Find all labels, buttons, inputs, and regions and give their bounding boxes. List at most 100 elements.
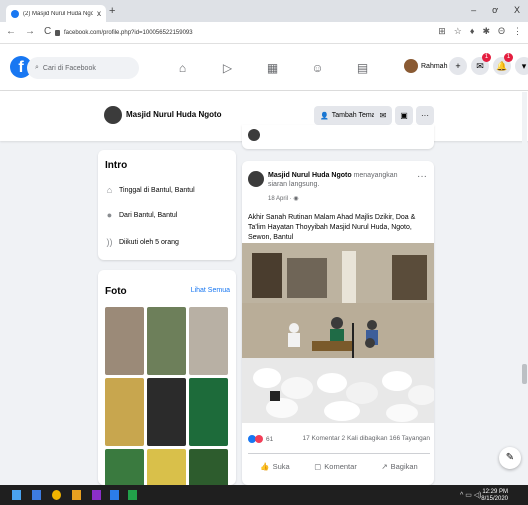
photo-thumbnail[interactable] xyxy=(189,307,228,375)
browser-tab[interactable]: (2) Masjid Nurul Huda Ngoto | Fa... x xyxy=(6,5,106,22)
page-scrollbar[interactable] xyxy=(522,92,527,484)
groups-icon[interactable]: ☺ xyxy=(295,56,340,80)
chrome-icon[interactable] xyxy=(52,490,61,500)
more-button[interactable]: ··· xyxy=(416,106,434,125)
scrollbar-thumb[interactable] xyxy=(522,364,527,384)
add-friend-icon: 👤 xyxy=(320,112,329,120)
search-input[interactable]: ⌕ Cari di Facebook xyxy=(27,57,139,79)
post-author-avatar[interactable] xyxy=(248,171,264,187)
task-view-icon[interactable] xyxy=(32,490,41,500)
post-date-text: 18 April xyxy=(268,196,289,202)
reactions[interactable]: 61 xyxy=(248,435,273,443)
extensions-icon[interactable]: ⊞ xyxy=(438,26,446,37)
follow-icon: ▣ xyxy=(400,111,408,120)
rss-icon: )) xyxy=(106,237,113,247)
photo-thumbnail[interactable] xyxy=(147,449,186,485)
puzzle-icon[interactable]: ✱ xyxy=(482,26,490,37)
share-button[interactable]: ↗ Bagikan xyxy=(381,462,417,471)
facebook-header: f ⌕ Cari di Facebook ⌂ ▷ ▦ ☺ ▤ Rahmah + … xyxy=(0,44,528,91)
intro-item: )) Diikuti oleh 5 orang xyxy=(105,237,179,247)
facebook-favicon-icon xyxy=(11,9,19,18)
love-reaction-icon xyxy=(255,435,263,443)
intro-item: ● Dari Bantul, Bantul xyxy=(105,210,178,220)
maximize-button[interactable]: ơ xyxy=(492,5,498,15)
home-icon[interactable]: ⌂ xyxy=(160,56,205,80)
notifications-button[interactable]: 🔔 1 xyxy=(493,53,513,75)
page-avatar[interactable] xyxy=(104,106,122,124)
windows-taskbar: ^ ▭ ◁) 12:29 PM 8/15/2020 xyxy=(0,485,528,505)
photo-thumbnail[interactable] xyxy=(105,307,144,375)
tab-close-icon[interactable]: x xyxy=(97,9,101,18)
gaming-icon[interactable]: ▤ xyxy=(340,56,385,80)
like-button[interactable]: 👍 Suka xyxy=(260,462,289,471)
create-button[interactable]: + xyxy=(449,57,467,75)
intro-item: ⌂ Tinggal di Bantul, Bantul xyxy=(105,185,195,195)
photo-thumbnail[interactable] xyxy=(147,307,186,375)
windows-start-icon[interactable] xyxy=(12,490,21,500)
clock-time: 12:29 PM xyxy=(482,489,508,495)
reload-icon[interactable]: C xyxy=(44,26,51,37)
lock-icon xyxy=(55,30,60,36)
menu-icon[interactable]: ⋮ xyxy=(513,26,522,37)
new-message-button[interactable]: ✎ xyxy=(499,447,521,469)
comments-count[interactable]: 17 Komentar xyxy=(303,435,340,442)
follow-button[interactable]: ▣ xyxy=(395,106,413,125)
intro-item-text: Tinggal di Bantul, Bantul xyxy=(119,186,195,194)
photo-thumbnail[interactable] xyxy=(105,378,144,446)
minimize-button[interactable]: – xyxy=(471,5,476,15)
photo-thumbnail[interactable] xyxy=(147,378,186,446)
tab-title: (2) Masjid Nurul Huda Ngoto | Fa... xyxy=(23,10,93,17)
bookmark-star-icon[interactable]: ☆ xyxy=(454,26,462,37)
app-icon[interactable] xyxy=(92,490,101,500)
comment-icon: ▢ xyxy=(314,462,322,471)
home-icon: ⌂ xyxy=(106,185,113,195)
shares-count[interactable]: 2 Kali dibagikan xyxy=(342,435,388,442)
post-photo[interactable] xyxy=(242,243,434,423)
chevron-down-icon: ▾ xyxy=(521,61,527,71)
profile-icon[interactable]: Θ xyxy=(498,26,505,37)
account-button[interactable]: ▾ xyxy=(515,57,528,75)
share-icon: ↗ xyxy=(381,462,388,471)
post-header: Masjid Nurul Huda Ngoto menayangkan siar… xyxy=(268,171,416,189)
post-actions: 👍 Suka ▢ Komentar ↗ Bagikan xyxy=(248,453,430,471)
post-card: Masjid Nurul Huda Ngoto menayangkan siar… xyxy=(242,161,434,485)
bell-icon: 🔔 xyxy=(496,61,508,71)
mosque-gathering-image xyxy=(242,243,434,423)
photo-thumbnail[interactable] xyxy=(189,449,228,485)
forward-icon[interactable]: → xyxy=(25,26,35,37)
plus-icon: + xyxy=(455,61,461,71)
messenger-button[interactable]: ✉ 1 xyxy=(471,53,491,75)
window-controls: – ơ X xyxy=(471,5,520,15)
intro-card: Intro ⌂ Tinggal di Bantul, Bantul ● Dari… xyxy=(98,150,236,260)
app-icon[interactable] xyxy=(110,490,119,500)
watch-icon[interactable]: ▷ xyxy=(205,56,250,80)
clock[interactable]: 12:29 PM 8/15/2020 xyxy=(481,489,508,502)
post-more-icon[interactable]: ··· xyxy=(417,171,427,182)
address-bar-row: ← → C facebook.com/profile.php?id=100056… xyxy=(0,22,528,44)
extension-icon[interactable]: ♦ xyxy=(470,26,475,37)
search-placeholder: Cari di Facebook xyxy=(42,64,96,72)
previous-post-strip xyxy=(242,125,434,149)
photo-thumbnail[interactable] xyxy=(189,378,228,446)
marketplace-icon[interactable]: ▦ xyxy=(250,56,295,80)
photos-card: Foto Lihat Semua xyxy=(98,270,236,485)
app-icon[interactable] xyxy=(128,490,137,500)
post-date[interactable]: 18 April · ◉ xyxy=(268,195,299,202)
comment-button[interactable]: ▢ Komentar xyxy=(314,462,357,471)
intro-item-text: Dari Bantul, Bantul xyxy=(119,211,178,219)
url-field[interactable]: facebook.com/profile.php?id=100056522159… xyxy=(55,26,425,40)
photo-thumbnail[interactable] xyxy=(105,449,144,485)
avatar xyxy=(404,59,418,73)
message-button[interactable]: ✉ xyxy=(374,106,392,125)
close-window-button[interactable]: X xyxy=(514,5,520,15)
back-icon[interactable]: ← xyxy=(6,26,16,37)
intro-item-text[interactable]: Diikuti oleh 5 orang xyxy=(119,239,179,246)
see-all-photos-link[interactable]: Lihat Semua xyxy=(191,287,230,294)
new-tab-button[interactable]: + xyxy=(109,5,115,17)
page-title[interactable]: Masjid Nurul Huda Ngoto xyxy=(126,110,222,119)
post-author[interactable]: Masjid Nurul Huda Ngoto xyxy=(268,172,352,179)
file-explorer-icon[interactable] xyxy=(72,490,81,500)
header-right-buttons: + ✉ 1 🔔 1 ▾ xyxy=(449,53,528,75)
system-tray-icons[interactable]: ^ ▭ ◁) xyxy=(460,491,482,499)
profile-chip[interactable]: Rahmah xyxy=(404,59,447,73)
